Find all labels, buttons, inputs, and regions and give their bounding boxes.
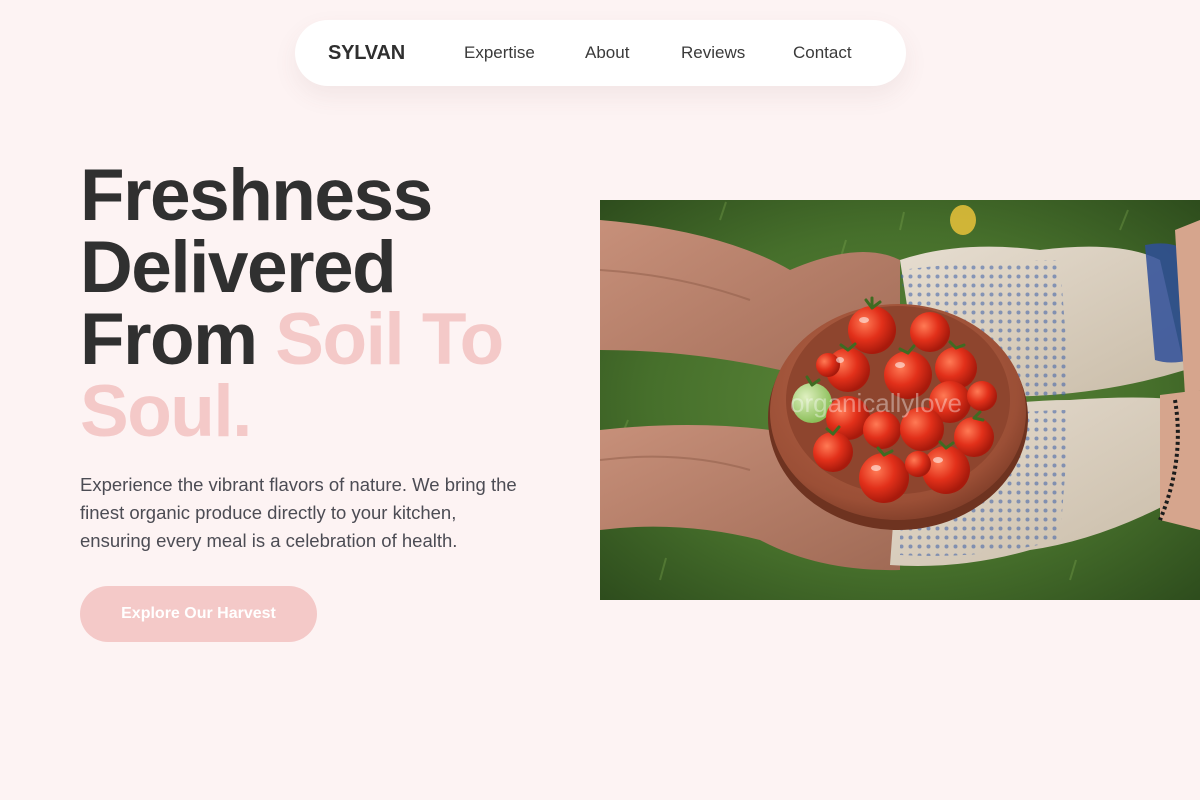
hands-holding-tomato-bowl-illustration: organicallylove bbox=[600, 200, 1200, 600]
headline-line-1: Freshness bbox=[80, 155, 433, 236]
headline-accent-soil-to: Soil To bbox=[275, 299, 504, 380]
nav-link-about[interactable]: About bbox=[585, 42, 629, 64]
nav-link-reviews[interactable]: Reviews bbox=[681, 42, 745, 64]
brand-logo[interactable]: SYLVAN bbox=[328, 41, 405, 65]
headline-accent-soul: Soul. bbox=[80, 371, 252, 452]
headline-from: From bbox=[80, 299, 276, 380]
hero-description: Experience the vibrant flavors of nature… bbox=[80, 474, 517, 551]
headline-line-3: From Soil To bbox=[80, 303, 560, 376]
nav-link-expertise[interactable]: Expertise bbox=[464, 42, 535, 64]
hero-headline: Freshness Delivered From Soil To Soul. bbox=[80, 155, 560, 452]
landing-page: SYLVAN Expertise About Reviews Contact F… bbox=[0, 0, 1200, 800]
headline-line-2: Delivered bbox=[80, 227, 397, 308]
hero-image-tomatoes: organicallylove bbox=[600, 200, 1200, 600]
top-navigation: SYLVAN Expertise About Reviews Contact bbox=[295, 20, 906, 86]
explore-harvest-button[interactable]: Explore Our Harvest bbox=[80, 586, 317, 642]
nav-link-contact[interactable]: Contact bbox=[793, 42, 852, 64]
image-watermark: organicallylove bbox=[790, 388, 962, 418]
